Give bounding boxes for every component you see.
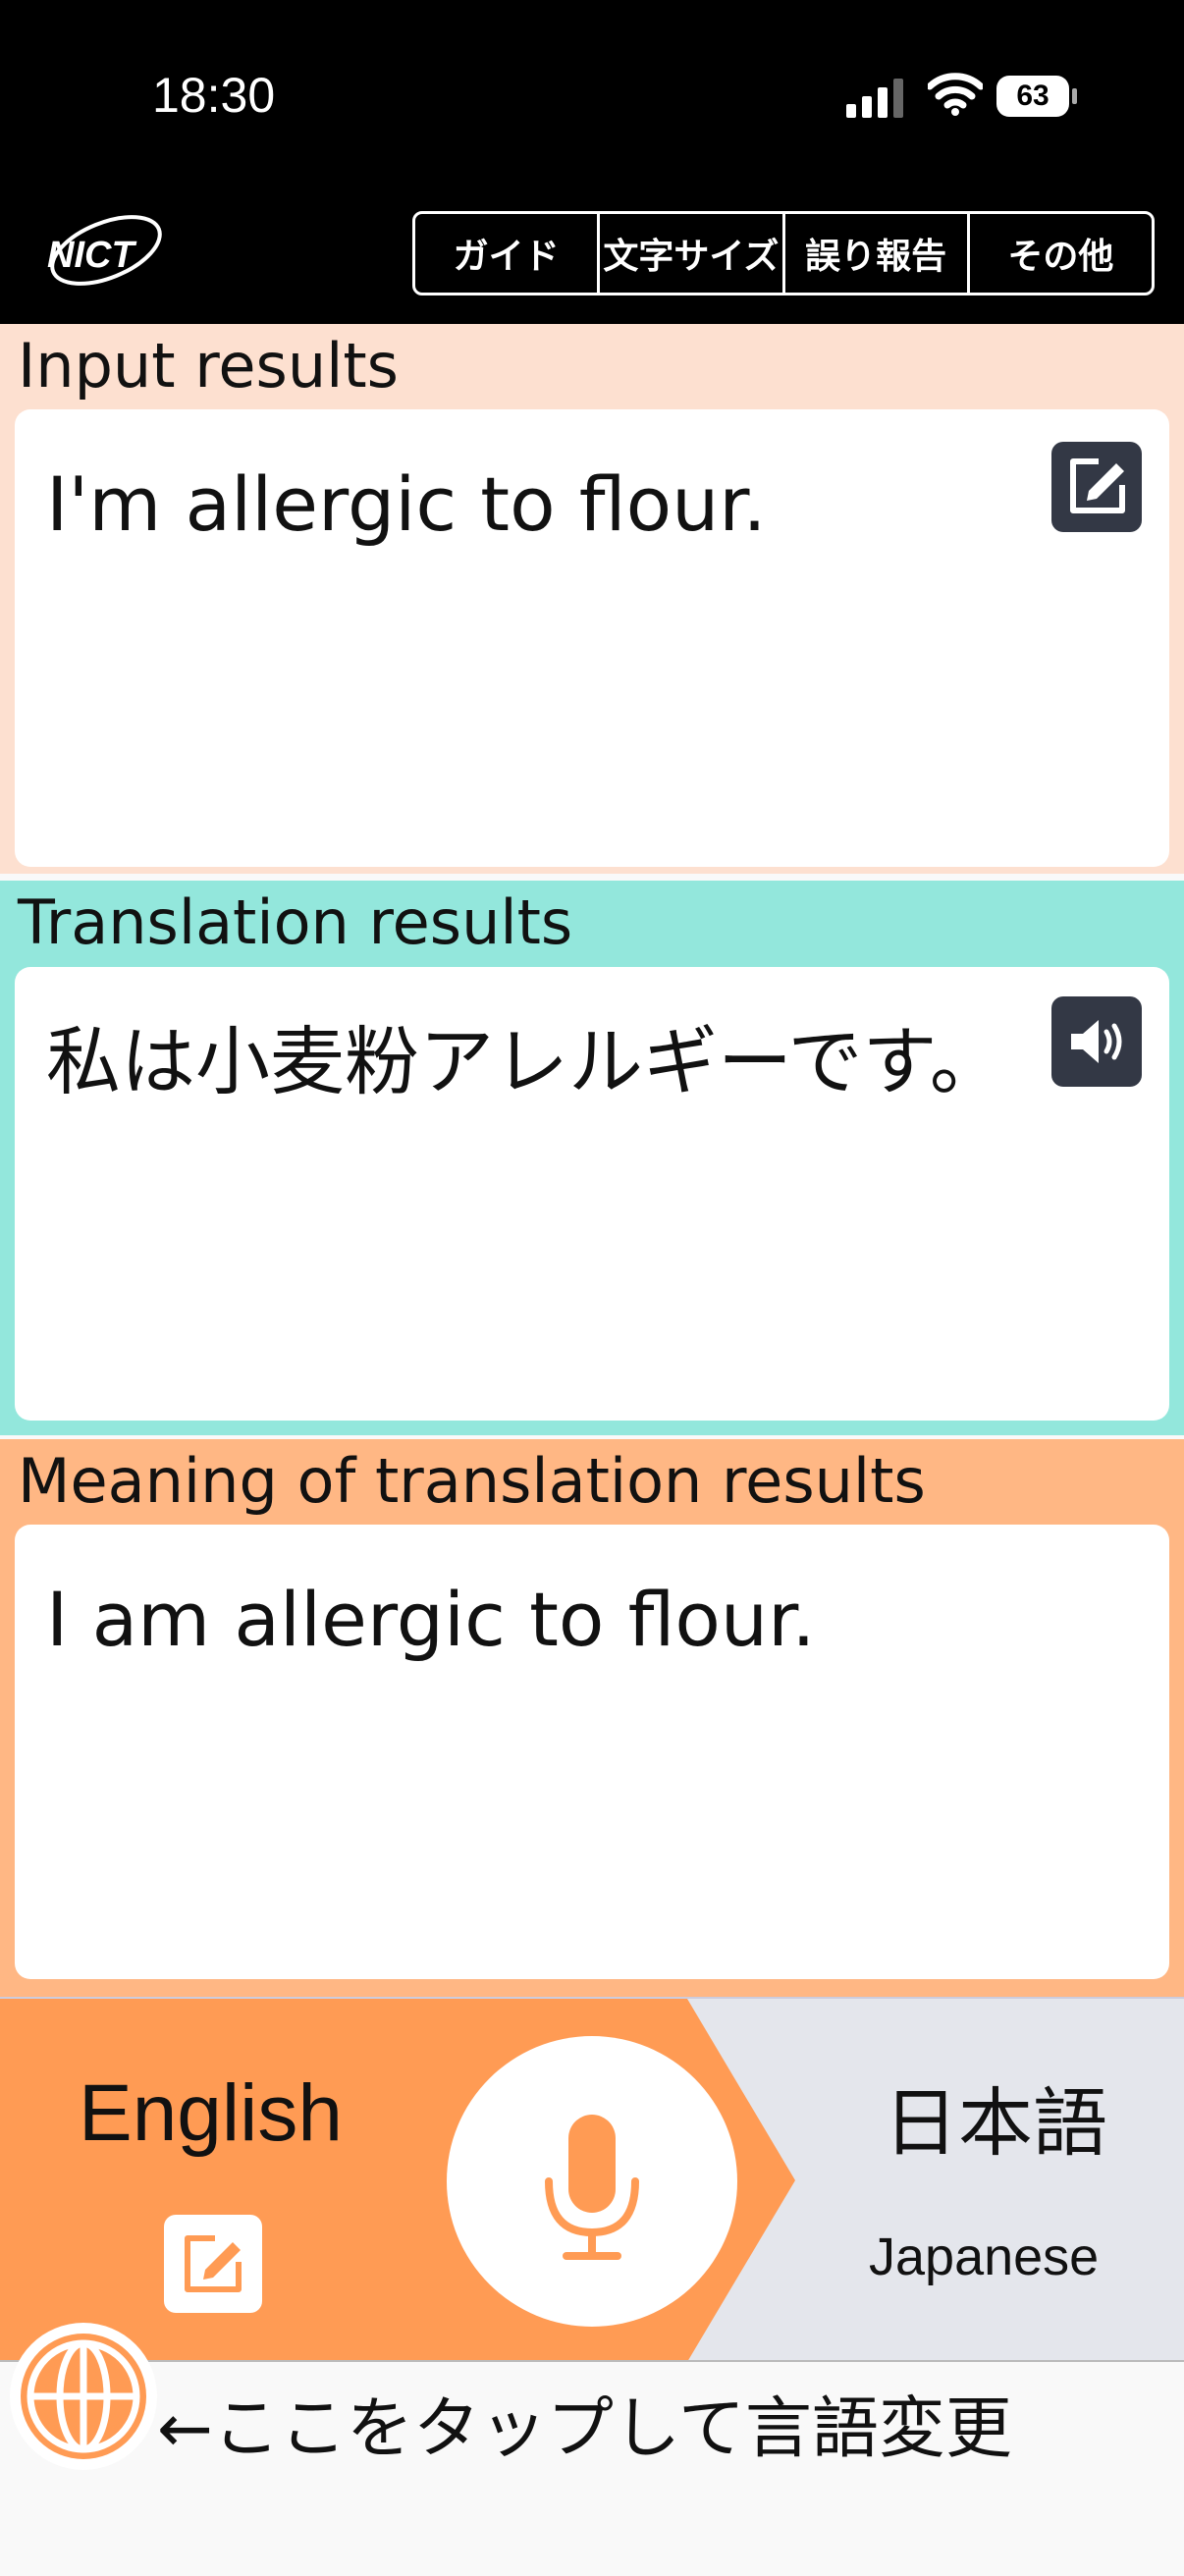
status-time: 18:30 xyxy=(152,68,276,123)
header-bar: 18:30 63 NICT ガイド 文字サイズ 誤り報告 その他 xyxy=(0,0,1184,324)
wifi-icon xyxy=(928,73,983,116)
svg-text:NICT: NICT xyxy=(47,235,136,276)
other-button[interactable]: その他 xyxy=(970,214,1152,293)
speaker-icon xyxy=(1071,1020,1122,1063)
meaning-text: I am allergic to flour. xyxy=(46,1576,816,1663)
text-input-button[interactable] xyxy=(164,2215,262,2313)
meaning-panel: Meaning of translation results I am alle… xyxy=(0,1439,1184,1997)
source-language[interactable]: English xyxy=(79,2067,343,2160)
battery-level: 63 xyxy=(1016,80,1049,112)
nict-logo: NICT xyxy=(47,215,162,286)
font-size-button[interactable]: 文字サイズ xyxy=(600,214,785,293)
microphone-icon xyxy=(545,2115,639,2260)
target-language-english[interactable]: Japanese xyxy=(869,2227,1099,2287)
target-language-native[interactable]: 日本語 xyxy=(884,2063,1107,2171)
translation-card: 私は小麦粉アレルギーです。 xyxy=(15,967,1169,1421)
input-text: I'm allergic to flour. xyxy=(46,460,767,548)
language-change-button[interactable] xyxy=(10,2323,157,2470)
language-bar: English 日本語 Japanese xyxy=(0,1997,1184,2362)
input-panel: Input results I'm allergic to flour. xyxy=(0,324,1184,874)
meaning-panel-label: Meaning of translation results xyxy=(18,1445,926,1517)
meaning-card: I am allergic to flour. xyxy=(15,1525,1169,1979)
header-menu: ガイド 文字サイズ 誤り報告 その他 xyxy=(412,211,1155,295)
language-change-hint: ←ここをタップして言語変更 xyxy=(157,2390,1012,2468)
globe-icon xyxy=(21,2334,146,2459)
battery-icon: 63 xyxy=(996,76,1077,117)
edit-input-button[interactable] xyxy=(1051,442,1142,532)
input-card[interactable]: I'm allergic to flour. xyxy=(15,409,1169,867)
microphone-button[interactable] xyxy=(447,2036,737,2327)
signal-icon xyxy=(846,79,903,118)
hint-bar: ←ここをタップして言語変更 xyxy=(0,2323,1184,2576)
translation-panel-label: Translation results xyxy=(18,886,573,958)
speak-translation-button[interactable] xyxy=(1051,996,1142,1087)
error-report-button[interactable]: 誤り報告 xyxy=(785,214,970,293)
translation-text: 私は小麦粉アレルギーです。 xyxy=(46,1018,1004,1105)
input-panel-label: Input results xyxy=(18,330,399,402)
edit-icon xyxy=(1070,458,1125,513)
guide-button[interactable]: ガイド xyxy=(415,214,601,293)
translation-panel: Translation results 私は小麦粉アレルギーです。 xyxy=(0,881,1184,1435)
edit-icon xyxy=(185,2235,242,2292)
